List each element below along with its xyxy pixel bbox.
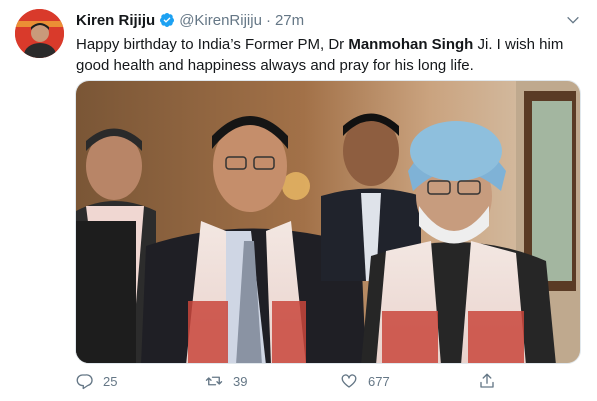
author-name[interactable]: Kiren Rijiju bbox=[76, 12, 155, 29]
tweet-header: Kiren Rijiju @KirenRijiju · 27m bbox=[76, 10, 304, 30]
like-icon bbox=[341, 374, 357, 388]
retweet-icon bbox=[205, 376, 223, 386]
separator-dot: · bbox=[265, 11, 271, 29]
tweet-text-bold-name: Manmohan Singh bbox=[348, 36, 474, 53]
like-button[interactable]: 677 bbox=[340, 372, 390, 390]
like-count: 677 bbox=[368, 373, 390, 389]
share-button[interactable] bbox=[478, 372, 506, 390]
reply-count: 25 bbox=[103, 373, 118, 389]
avatar[interactable] bbox=[15, 9, 64, 58]
author-handle[interactable]: @KirenRijiju bbox=[179, 12, 262, 29]
tweet-text: Happy birthday to India’s Former PM, Dr … bbox=[76, 34, 576, 76]
tweet-photo-image bbox=[76, 81, 580, 363]
tweet-photo[interactable] bbox=[75, 80, 581, 364]
tweet-text-part-1: Happy birthday to India’s Former PM, Dr bbox=[76, 36, 349, 53]
chevron-down-icon[interactable] bbox=[565, 12, 581, 28]
retweet-count: 39 bbox=[233, 373, 248, 389]
retweet-button[interactable]: 39 bbox=[205, 372, 247, 390]
reply-button[interactable]: 25 bbox=[75, 372, 117, 390]
verified-badge-icon bbox=[159, 12, 175, 28]
reply-icon bbox=[76, 374, 93, 390]
tweet-timestamp[interactable]: 27m bbox=[275, 12, 304, 29]
tweet-action-bar: 25 39 677 bbox=[75, 372, 515, 396]
share-icon bbox=[480, 373, 494, 388]
